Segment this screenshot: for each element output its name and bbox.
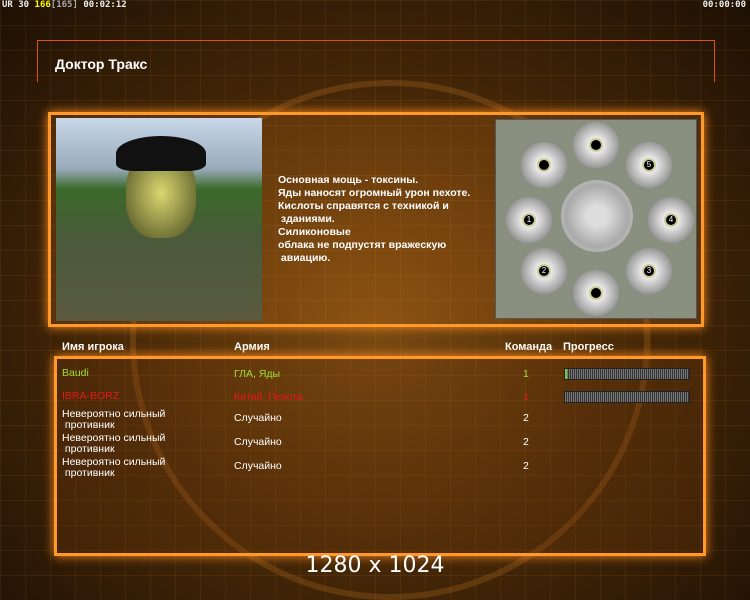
player-team: 2 (523, 436, 529, 448)
general-title: Доктор Тракс (55, 56, 148, 72)
player-army: Случайно (234, 436, 282, 448)
general-description: Основная мощь - токсины. Яды наносят огр… (278, 174, 471, 264)
start-spot-2: 2 (521, 248, 567, 294)
map-preview: 1 2 3 4 5 (495, 119, 697, 319)
player-row: Невероятно сильный противник Случайно 2 (62, 457, 702, 481)
progress-bar (564, 368, 690, 380)
player-name: Baudi (62, 367, 89, 379)
player-team: 2 (523, 460, 529, 472)
player-row: Невероятно сильный противник Случайно 2 (62, 433, 702, 457)
start-spot-1: 1 (506, 197, 552, 243)
player-army: Случайно (234, 460, 282, 472)
hud-right-time: 00:00:00 (702, 0, 746, 10)
progress-bar (564, 391, 690, 403)
player-army: ГЛА, Яды (234, 368, 281, 380)
hud-value-c: [165] (50, 0, 78, 10)
bandana-image (116, 136, 206, 171)
player-name: IBRA-BORZ (62, 390, 120, 402)
resolution-label: 1280 x 1024 (305, 553, 445, 578)
col-army: Армия (234, 341, 270, 353)
player-row: Baudi ГЛА, Яды 1 (62, 368, 702, 392)
start-spot-4: 4 (648, 197, 694, 243)
hud-ur: UR (2, 0, 13, 10)
col-team: Команда (505, 341, 553, 353)
player-name: Невероятно сильный противник (62, 408, 166, 431)
col-progress: Прогресс (563, 341, 614, 353)
start-spot-bottom (573, 270, 619, 316)
start-spot-top-left (521, 142, 567, 188)
start-spot-top (573, 122, 619, 168)
player-army: Случайно (234, 412, 282, 424)
hud-stats: UR 30 166[165] 00:02:12 (2, 0, 127, 10)
col-player-name: Имя игрока (62, 341, 124, 353)
player-army: Китай, Пехота (234, 391, 303, 403)
map-center (561, 180, 633, 252)
hud-elapsed-time: 00:02:12 (83, 0, 127, 10)
player-team: 1 (523, 391, 529, 403)
general-portrait (56, 118, 262, 321)
player-team: 2 (523, 412, 529, 424)
start-spot-5: 5 (626, 142, 672, 188)
hud-value-a: 30 (18, 0, 30, 10)
hud-value-b: 166 (34, 0, 51, 10)
player-name: Невероятно сильный противник (62, 456, 166, 479)
start-spot-3: 3 (626, 248, 672, 294)
player-name: Невероятно сильный противник (62, 432, 166, 455)
player-team: 1 (523, 368, 529, 380)
player-row: Невероятно сильный противник Случайно 2 (62, 409, 702, 433)
